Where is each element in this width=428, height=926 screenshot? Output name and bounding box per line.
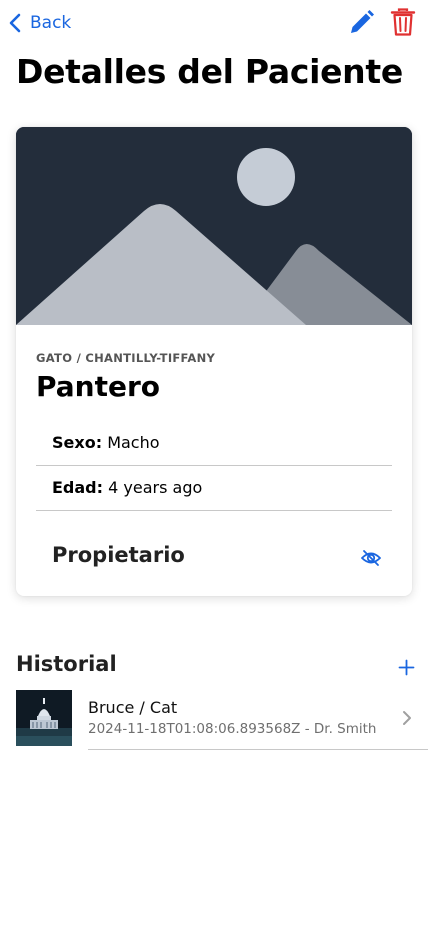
- back-button[interactable]: Back: [8, 9, 71, 37]
- patient-name: Pantero: [36, 370, 161, 403]
- building-photo-icon: [16, 690, 72, 746]
- history-thumbnail: [16, 690, 72, 746]
- species-breed-label: GATO / CHANTILLY-TIFFANY: [36, 351, 216, 365]
- image-placeholder-icon: [16, 127, 412, 325]
- history-section-title: Historial: [16, 652, 117, 676]
- field-value: Macho: [107, 433, 160, 452]
- eye-off-icon[interactable]: [360, 549, 382, 567]
- page-title: Detalles del Paciente: [16, 52, 403, 91]
- field-label: Sexo:: [52, 433, 103, 452]
- history-list-item[interactable]: Bruce / Cat 2024-11-18T01:08:06.893568Z …: [0, 690, 428, 750]
- history-item-title: Bruce / Cat: [88, 698, 178, 717]
- field-label: Edad:: [52, 478, 104, 497]
- trash-icon[interactable]: [389, 7, 417, 37]
- plus-icon[interactable]: [398, 659, 415, 676]
- patient-image-placeholder: [16, 127, 412, 325]
- field-row-age: Edad: 4 years ago: [36, 465, 392, 511]
- chevron-right-icon: [403, 711, 411, 725]
- history-item-meta: 2024-11-18T01:08:06.893568Z - Dr. Smith: [88, 721, 377, 737]
- field-value: 4 years ago: [108, 478, 203, 497]
- navigation-bar: Back: [0, 0, 428, 46]
- patient-card: GATO / CHANTILLY-TIFFANY Pantero Sexo: M…: [16, 127, 412, 596]
- edit-pencil-icon[interactable]: [346, 8, 376, 38]
- field-row-sex: Sexo: Macho: [36, 420, 392, 466]
- chevron-left-icon: [9, 13, 21, 33]
- owner-section-title: Propietario: [52, 543, 185, 567]
- back-label: Back: [30, 13, 72, 33]
- list-divider: [88, 749, 428, 750]
